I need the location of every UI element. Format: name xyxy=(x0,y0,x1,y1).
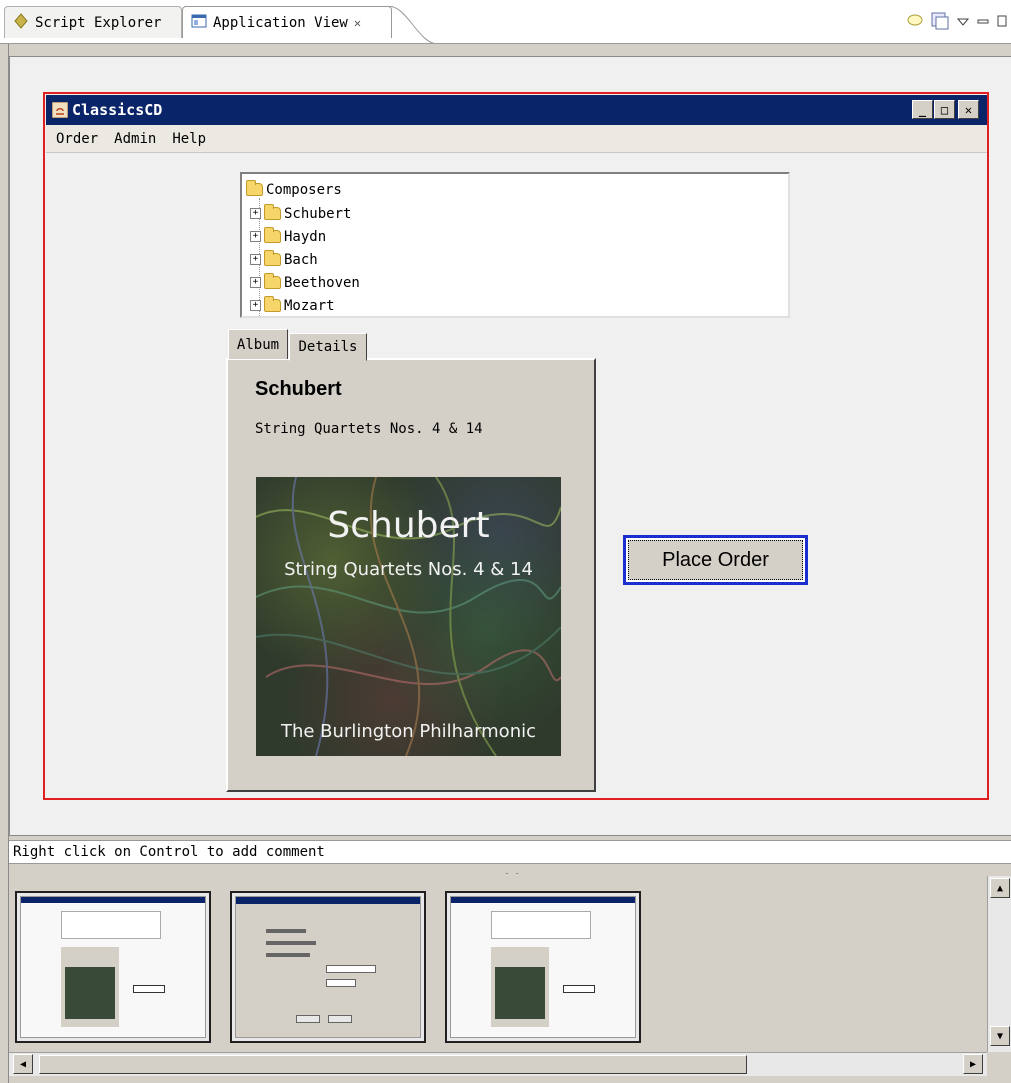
folder-icon xyxy=(246,180,263,196)
expand-icon[interactable]: + xyxy=(250,254,261,265)
thumbnail-3[interactable] xyxy=(445,891,641,1043)
scroll-up-icon[interactable]: ▲ xyxy=(990,878,1010,898)
cover-composer: Schubert xyxy=(327,505,490,546)
minimize-icon[interactable] xyxy=(977,16,989,31)
folder-icon xyxy=(264,250,281,266)
view-toolbar xyxy=(907,12,1007,34)
left-rail xyxy=(0,44,9,1083)
scroll-right-icon[interactable]: ▶ xyxy=(963,1054,983,1074)
comment-icon[interactable] xyxy=(907,14,923,32)
composer-tree[interactable]: Composers + Schubert + Haydn + Bach + Be… xyxy=(240,172,790,318)
view-menu-icon[interactable] xyxy=(931,12,949,34)
scroll-down-icon[interactable]: ▼ xyxy=(990,1026,1010,1046)
script-icon xyxy=(13,12,29,33)
folder-icon xyxy=(264,273,281,289)
view-tab-bar: Script Explorer Application View ✕ xyxy=(0,0,1011,45)
tab-edge-decoration xyxy=(387,5,439,45)
tab-label: Application View xyxy=(213,14,348,31)
horizontal-scrollbar[interactable]: ◀ ▶ xyxy=(9,1052,987,1076)
sash-handle[interactable] xyxy=(505,867,519,878)
tree-root-label: Composers xyxy=(266,181,342,198)
place-order-label: Place Order xyxy=(628,540,803,580)
tab-script-explorer[interactable]: Script Explorer xyxy=(4,6,182,38)
album-cover-image: Schubert String Quartets Nos. 4 & 14 The… xyxy=(256,477,561,756)
close-icon[interactable]: ✕ xyxy=(354,16,361,30)
cover-orchestra: The Burlington Philharmonic xyxy=(280,721,537,742)
tree-item-mozart[interactable]: + Mozart xyxy=(250,294,335,317)
tree-item-beethoven[interactable]: + Beethoven xyxy=(250,271,360,294)
tab-details[interactable]: Details xyxy=(289,333,367,361)
vertical-scrollbar[interactable]: ▲ ▼ xyxy=(987,876,1011,1052)
folder-icon xyxy=(264,204,281,220)
thumbnail-preview xyxy=(450,896,636,1038)
maximize-icon[interactable] xyxy=(997,15,1007,31)
tree-item-schubert[interactable]: + Schubert xyxy=(250,202,351,225)
tab-application-view[interactable]: Application View ✕ xyxy=(182,6,392,38)
tree-item-label: Bach xyxy=(284,251,318,268)
tree-item-bach[interactable]: + Bach xyxy=(250,248,318,271)
tab-album[interactable]: Album xyxy=(228,329,288,359)
tree-item-label: Mozart xyxy=(284,297,335,314)
folder-icon xyxy=(264,227,281,243)
expand-icon[interactable]: + xyxy=(250,300,261,311)
tree-item-label: Haydn xyxy=(284,228,327,245)
cover-title: String Quartets Nos. 4 & 14 xyxy=(284,559,533,580)
scroll-left-icon[interactable]: ◀ xyxy=(13,1054,33,1074)
scroll-thumb[interactable] xyxy=(39,1055,747,1074)
thumbnail-preview xyxy=(20,896,206,1038)
tree-root[interactable]: Composers xyxy=(246,178,342,201)
tree-item-label: Schubert xyxy=(284,205,352,222)
expand-icon[interactable]: + xyxy=(250,277,261,288)
album-composer: Schubert xyxy=(255,378,342,400)
tree-item-label: Beethoven xyxy=(284,274,360,291)
app-view-icon xyxy=(191,13,207,33)
tab-label: Script Explorer xyxy=(35,14,162,31)
expand-icon[interactable]: + xyxy=(250,231,261,242)
folder-icon xyxy=(264,296,281,312)
comment-hint[interactable]: Right click on Control to add comment xyxy=(9,840,1011,864)
thumbnail-preview xyxy=(235,896,421,1038)
chevron-down-icon[interactable] xyxy=(956,16,970,31)
thumbnail-1[interactable] xyxy=(15,891,211,1043)
album-title: String Quartets Nos. 4 & 14 xyxy=(255,421,483,437)
tree-item-haydn[interactable]: + Haydn xyxy=(250,225,326,248)
expand-icon[interactable]: + xyxy=(250,208,261,219)
place-order-button[interactable]: Place Order xyxy=(623,535,808,585)
thumbnail-2[interactable] xyxy=(230,891,426,1043)
